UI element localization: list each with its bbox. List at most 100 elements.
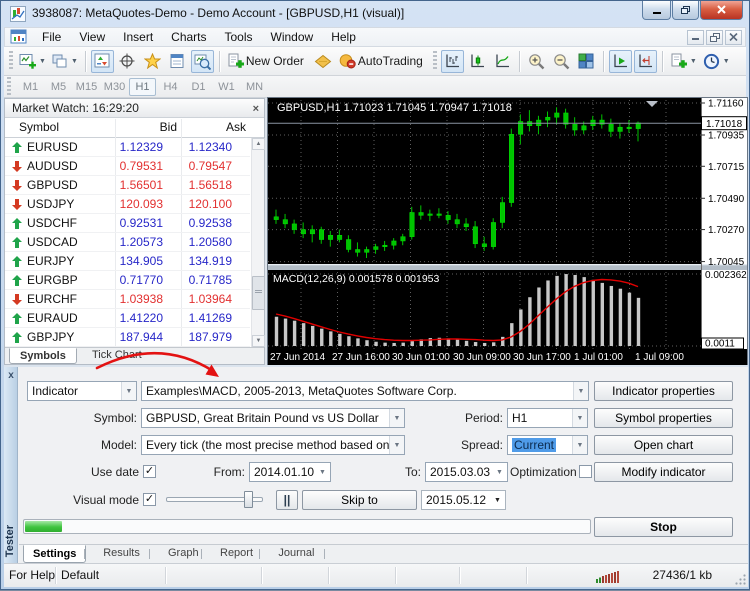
mdi-restore-button[interactable] <box>706 30 723 45</box>
symbol-row-usdchf[interactable]: USDCHF0.925310.92538 <box>5 214 250 233</box>
data-window-button[interactable] <box>166 50 189 73</box>
tester-close-icon[interactable]: x <box>4 370 18 381</box>
timeframe-m5[interactable]: M5 <box>45 78 72 96</box>
menu-file[interactable]: File <box>33 28 70 46</box>
tab-tick-chart[interactable]: Tick Chart <box>82 348 152 364</box>
favorites-button[interactable] <box>141 50 164 73</box>
zoom-in-button[interactable] <box>525 50 548 73</box>
optimization-checkbox[interactable] <box>579 465 592 478</box>
expert-advisors-button[interactable] <box>312 50 335 73</box>
market-watch-column-header[interactable]: Symbol Bid Ask <box>5 118 264 138</box>
toolbar-drag-handle[interactable] <box>7 77 11 97</box>
tester-tab-settings[interactable]: Settings <box>23 545 86 563</box>
symbol-row-usdcad[interactable]: USDCAD1.205731.20580 <box>5 233 250 252</box>
symbol-row-audusd[interactable]: AUDUSD0.795310.79547 <box>5 157 250 176</box>
clock-icon <box>703 53 720 70</box>
symbol-row-usdjpy[interactable]: USDJPY120.093120.100 <box>5 195 250 214</box>
menu-help[interactable]: Help <box>322 28 365 46</box>
menu-view[interactable]: View <box>70 28 114 46</box>
to-date-select[interactable]: 2015.03.03 ▼ <box>425 462 508 482</box>
toolbar-drag-handle[interactable] <box>9 51 13 71</box>
resize-grip[interactable] <box>734 573 747 586</box>
indicator-properties-button[interactable]: Indicator properties <box>594 381 733 401</box>
tester-tab-results[interactable]: Results <box>94 545 149 563</box>
toolbar-drag-handle[interactable] <box>433 51 437 71</box>
tester-tab-report[interactable]: Report <box>211 545 262 563</box>
strategy-tester-button[interactable] <box>191 50 214 73</box>
timeframe-h1[interactable]: H1 <box>129 78 156 96</box>
market-watch-scrollbar[interactable]: ▲ ▼ <box>251 138 264 347</box>
new-chart-button[interactable]: ▼ <box>17 50 48 73</box>
title-bar[interactable]: 3938087: MetaQuotes-Demo - Demo Account … <box>1 1 749 26</box>
chevron-down-icon: ▼ <box>572 409 587 427</box>
menu-tools[interactable]: Tools <box>216 28 262 46</box>
new-order-button[interactable]: New Order <box>225 50 310 73</box>
stop-button[interactable]: Stop <box>594 517 733 537</box>
symbol-properties-button[interactable]: Symbol properties <box>594 408 733 428</box>
skip-date-select[interactable]: 2015.05.12 ▼ <box>421 490 506 510</box>
close-button[interactable] <box>700 1 743 20</box>
spread-select[interactable]: Current ▼ <box>507 435 588 455</box>
menu-window[interactable]: Window <box>262 28 323 46</box>
column-bid: Bid <box>160 120 177 134</box>
use-date-label: Use date <box>59 462 139 482</box>
timeframe-m30[interactable]: M30 <box>101 78 128 96</box>
test-type-select[interactable]: Indicator ▼ <box>27 381 137 401</box>
symbol-row-eurchf[interactable]: EURCHF1.039381.03964 <box>5 290 250 309</box>
auto-scroll-button[interactable] <box>609 50 632 73</box>
timeframe-m15[interactable]: M15 <box>73 78 100 96</box>
slider-handle[interactable] <box>244 491 253 508</box>
scrollbar-thumb[interactable] <box>252 276 265 310</box>
autotrading-label: AutoTrading <box>358 54 423 68</box>
timeframe-m1[interactable]: M1 <box>17 78 44 96</box>
model-select[interactable]: Every tick (the most precise method base… <box>141 435 405 455</box>
symbol-row-eurusd[interactable]: EURUSD1.123291.12340 <box>5 138 250 157</box>
skip-to-button[interactable]: Skip to <box>302 490 417 510</box>
status-profile[interactable]: Default <box>56 567 166 584</box>
zoom-out-button[interactable] <box>550 50 573 73</box>
mdi-close-button[interactable] <box>725 30 742 45</box>
symbol-row-eurjpy[interactable]: EURJPY134.905134.919 <box>5 252 250 271</box>
candlestick-chart-button[interactable] <box>466 50 489 73</box>
menu-insert[interactable]: Insert <box>114 28 162 46</box>
symbol-row-euraud[interactable]: EURAUD1.412201.41269 <box>5 309 250 328</box>
use-date-checkbox[interactable]: ✓ <box>143 465 156 478</box>
tab-symbols[interactable]: Symbols <box>9 348 77 364</box>
scroll-up-icon[interactable]: ▲ <box>252 138 265 150</box>
market-watch-toggle-button[interactable] <box>91 50 114 73</box>
symbol-select[interactable]: GBPUSD, Great Britain Pound vs US Dollar… <box>141 408 405 428</box>
crosshair-button[interactable] <box>116 50 139 73</box>
line-chart-button[interactable] <box>491 50 514 73</box>
maximize-button[interactable] <box>672 1 699 20</box>
symbol-row-gbpjpy[interactable]: GBPJPY187.944187.979 <box>5 328 250 347</box>
open-chart-button[interactable]: Open chart <box>594 435 733 455</box>
timeframe-d1[interactable]: D1 <box>185 78 212 96</box>
symbol-row-gbpusd[interactable]: GBPUSD1.565011.56518 <box>5 176 250 195</box>
modify-indicator-button[interactable]: Modify indicator <box>594 462 733 482</box>
timeframe-w1[interactable]: W1 <box>213 78 240 96</box>
chart-area[interactable]: GBPUSD,H1 1.71023 1.71045 1.70947 1.7101… <box>268 98 747 365</box>
timeframe-h4[interactable]: H4 <box>157 78 184 96</box>
market-watch-close-icon[interactable]: × <box>253 100 259 118</box>
chart-shift-button[interactable] <box>634 50 657 73</box>
scroll-down-icon[interactable]: ▼ <box>252 335 265 347</box>
periods-button[interactable]: ▼ <box>701 50 732 73</box>
visual-mode-checkbox[interactable]: ✓ <box>143 493 156 506</box>
chart-window[interactable]: GBPUSD,H1 1.71023 1.71045 1.70947 1.7101… <box>268 98 747 365</box>
profiles-button[interactable]: ▼ <box>50 50 80 73</box>
tile-windows-button[interactable] <box>575 50 598 73</box>
minimize-button[interactable] <box>642 1 671 20</box>
pause-button[interactable]: || <box>276 490 298 510</box>
indicator-select[interactable]: Examples\MACD, 2005-2013, MetaQuotes Sof… <box>141 381 589 401</box>
autotrading-button[interactable]: AutoTrading <box>337 50 429 73</box>
period-select[interactable]: H1 ▼ <box>507 408 588 428</box>
tester-side-strip: x Tester <box>4 367 18 563</box>
symbol-row-eurgbp[interactable]: EURGBP0.717700.71785 <box>5 271 250 290</box>
add-indicator-button[interactable]: ▼ <box>668 50 699 73</box>
mdi-minimize-button[interactable] <box>687 30 704 45</box>
timeframe-mn[interactable]: MN <box>241 78 268 96</box>
menu-charts[interactable]: Charts <box>162 28 215 46</box>
tester-tab-journal[interactable]: Journal <box>269 545 323 563</box>
bar-chart-button[interactable] <box>441 50 464 73</box>
from-date-select[interactable]: 2014.01.10 ▼ <box>249 462 331 482</box>
